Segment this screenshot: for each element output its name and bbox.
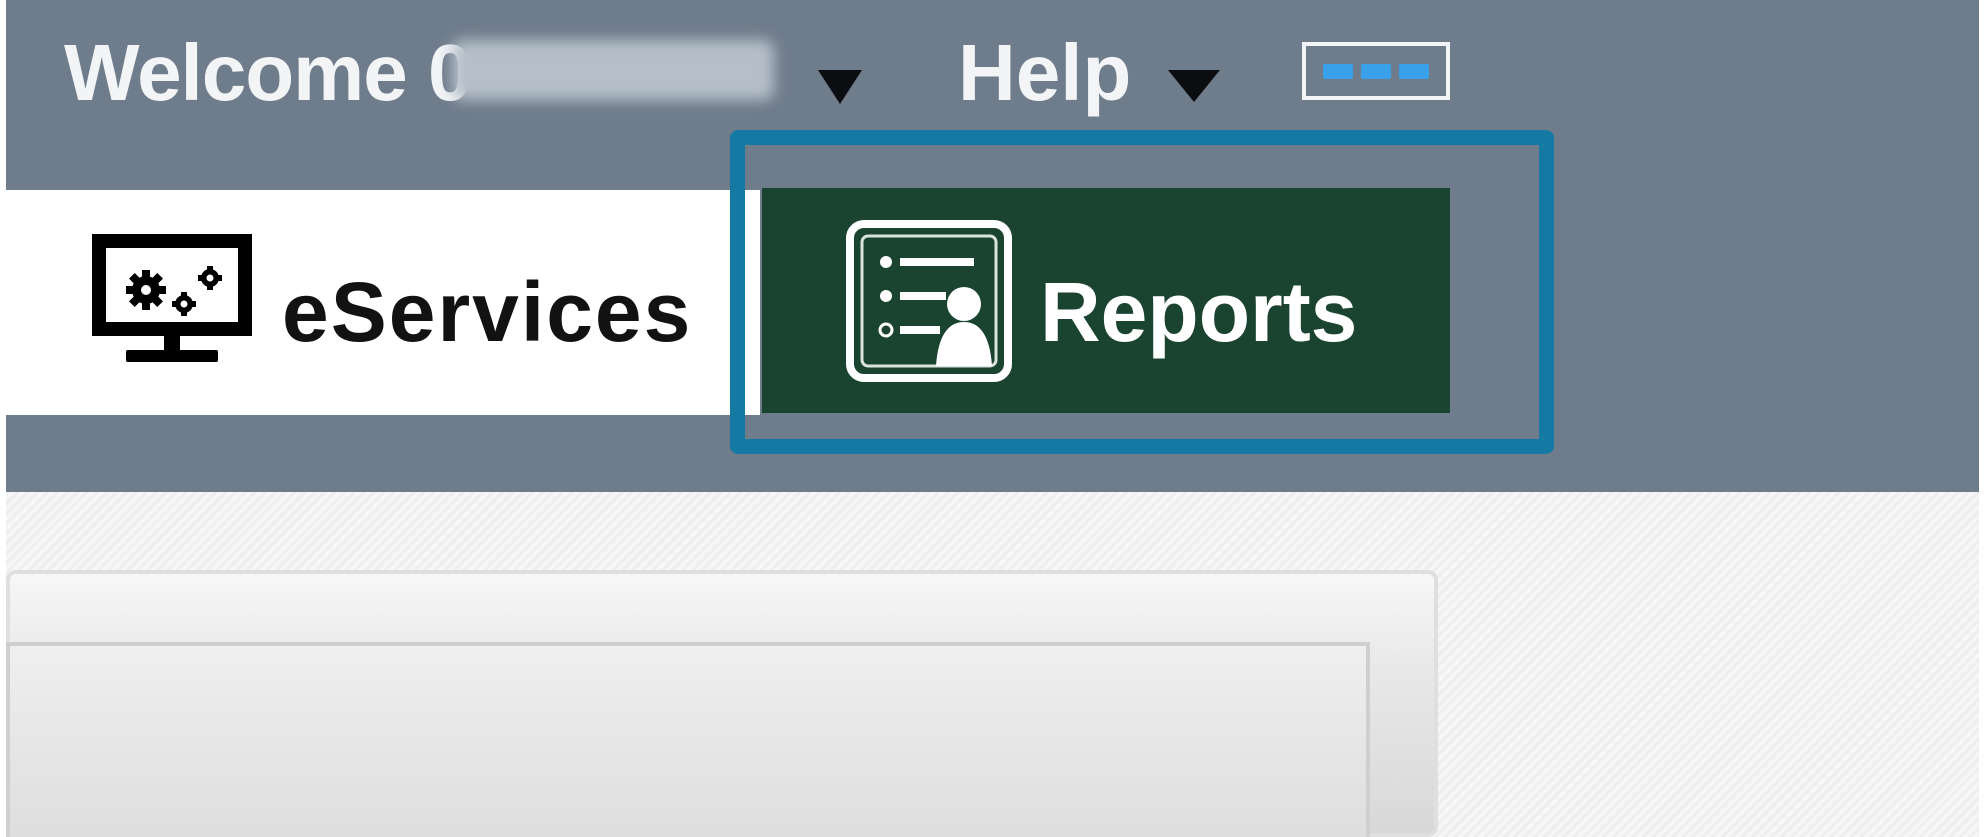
monitor-gears-icon — [92, 234, 252, 362]
keyboard-icon[interactable] — [1302, 42, 1450, 100]
keyboard-key — [1399, 63, 1429, 79]
help-menu-label[interactable]: Help — [958, 28, 1131, 118]
report-profile-icon — [846, 220, 1012, 382]
redacted-user-id — [452, 40, 774, 100]
keyboard-key — [1323, 63, 1353, 79]
welcome-menu-label[interactable]: Welcome 0 — [64, 28, 472, 118]
help-dropdown-icon[interactable] — [1168, 70, 1220, 102]
tab-reports-label: Reports — [1040, 265, 1358, 359]
tab-eservices-label: eServices — [282, 265, 693, 359]
keyboard-key — [1361, 63, 1391, 79]
top-bar: Welcome 0 Help — [0, 0, 1985, 150]
content-inner-panel — [6, 642, 1370, 837]
welcome-dropdown-icon[interactable] — [818, 70, 862, 104]
